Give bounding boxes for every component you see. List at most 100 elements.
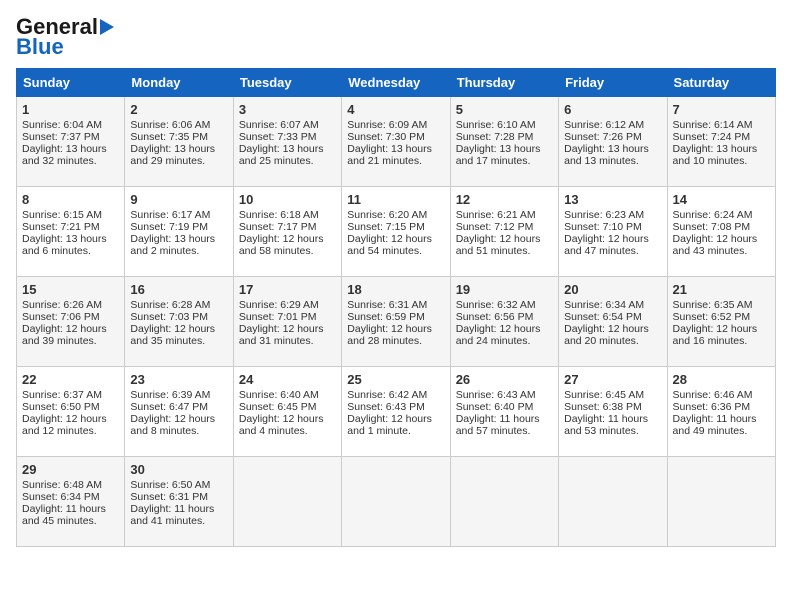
sunrise: Sunrise: 6:43 AM <box>456 389 536 401</box>
calendar-cell: 19 Sunrise: 6:32 AM Sunset: 6:56 PM Dayl… <box>450 277 558 367</box>
calendar-cell: 20 Sunrise: 6:34 AM Sunset: 6:54 PM Dayl… <box>559 277 667 367</box>
daylight-label: Daylight: 12 hours and 28 minutes. <box>347 323 432 347</box>
sunset: Sunset: 6:38 PM <box>564 401 642 413</box>
sunset: Sunset: 7:12 PM <box>456 221 534 233</box>
day-number: 2 <box>130 102 227 117</box>
calendar-cell: 12 Sunrise: 6:21 AM Sunset: 7:12 PM Dayl… <box>450 187 558 277</box>
sunrise: Sunrise: 6:17 AM <box>130 209 210 221</box>
calendar-cell: 15 Sunrise: 6:26 AM Sunset: 7:06 PM Dayl… <box>17 277 125 367</box>
daylight-label: Daylight: 13 hours and 2 minutes. <box>130 233 215 257</box>
sunset: Sunset: 7:24 PM <box>673 131 751 143</box>
sunrise: Sunrise: 6:04 AM <box>22 119 102 131</box>
daylight-label: Daylight: 13 hours and 21 minutes. <box>347 143 432 167</box>
page-header: General Blue <box>16 16 776 58</box>
sunrise: Sunrise: 6:28 AM <box>130 299 210 311</box>
sunrise: Sunrise: 6:26 AM <box>22 299 102 311</box>
sunrise: Sunrise: 6:29 AM <box>239 299 319 311</box>
daylight-label: Daylight: 12 hours and 47 minutes. <box>564 233 649 257</box>
sunset: Sunset: 7:21 PM <box>22 221 100 233</box>
logo: General Blue <box>16 16 114 58</box>
sunset: Sunset: 6:34 PM <box>22 491 100 503</box>
day-number: 22 <box>22 372 119 387</box>
day-number: 23 <box>130 372 227 387</box>
calendar-cell: 23 Sunrise: 6:39 AM Sunset: 6:47 PM Dayl… <box>125 367 233 457</box>
calendar-cell: 13 Sunrise: 6:23 AM Sunset: 7:10 PM Dayl… <box>559 187 667 277</box>
calendar-week-5: 29 Sunrise: 6:48 AM Sunset: 6:34 PM Dayl… <box>17 457 776 547</box>
col-header-friday: Friday <box>559 69 667 97</box>
daylight-label: Daylight: 13 hours and 10 minutes. <box>673 143 758 167</box>
daylight-label: Daylight: 12 hours and 4 minutes. <box>239 413 324 437</box>
sunrise: Sunrise: 6:39 AM <box>130 389 210 401</box>
daylight-label: Daylight: 12 hours and 24 minutes. <box>456 323 541 347</box>
calendar-cell: 30 Sunrise: 6:50 AM Sunset: 6:31 PM Dayl… <box>125 457 233 547</box>
sunset: Sunset: 7:33 PM <box>239 131 317 143</box>
day-number: 21 <box>673 282 770 297</box>
sunrise: Sunrise: 6:34 AM <box>564 299 644 311</box>
day-number: 25 <box>347 372 444 387</box>
calendar-cell: 6 Sunrise: 6:12 AM Sunset: 7:26 PM Dayli… <box>559 97 667 187</box>
calendar-cell: 27 Sunrise: 6:45 AM Sunset: 6:38 PM Dayl… <box>559 367 667 457</box>
sunrise: Sunrise: 6:21 AM <box>456 209 536 221</box>
sunset: Sunset: 7:01 PM <box>239 311 317 323</box>
sunset: Sunset: 6:50 PM <box>22 401 100 413</box>
day-number: 20 <box>564 282 661 297</box>
day-number: 9 <box>130 192 227 207</box>
sunrise: Sunrise: 6:42 AM <box>347 389 427 401</box>
calendar-cell: 14 Sunrise: 6:24 AM Sunset: 7:08 PM Dayl… <box>667 187 775 277</box>
sunset: Sunset: 7:37 PM <box>22 131 100 143</box>
day-number: 28 <box>673 372 770 387</box>
calendar-week-1: 1 Sunrise: 6:04 AM Sunset: 7:37 PM Dayli… <box>17 97 776 187</box>
sunrise: Sunrise: 6:18 AM <box>239 209 319 221</box>
calendar-cell: 26 Sunrise: 6:43 AM Sunset: 6:40 PM Dayl… <box>450 367 558 457</box>
daylight-label: Daylight: 12 hours and 39 minutes. <box>22 323 107 347</box>
calendar-cell <box>667 457 775 547</box>
sunset: Sunset: 7:03 PM <box>130 311 208 323</box>
calendar-cell: 28 Sunrise: 6:46 AM Sunset: 6:36 PM Dayl… <box>667 367 775 457</box>
calendar-cell: 11 Sunrise: 6:20 AM Sunset: 7:15 PM Dayl… <box>342 187 450 277</box>
day-number: 7 <box>673 102 770 117</box>
daylight-label: Daylight: 11 hours and 45 minutes. <box>22 503 106 527</box>
daylight-label: Daylight: 12 hours and 58 minutes. <box>239 233 324 257</box>
day-number: 6 <box>564 102 661 117</box>
day-number: 5 <box>456 102 553 117</box>
calendar-cell: 7 Sunrise: 6:14 AM Sunset: 7:24 PM Dayli… <box>667 97 775 187</box>
sunset: Sunset: 6:45 PM <box>239 401 317 413</box>
calendar-week-2: 8 Sunrise: 6:15 AM Sunset: 7:21 PM Dayli… <box>17 187 776 277</box>
sunrise: Sunrise: 6:46 AM <box>673 389 753 401</box>
sunset: Sunset: 7:30 PM <box>347 131 425 143</box>
daylight-label: Daylight: 12 hours and 12 minutes. <box>22 413 107 437</box>
sunrise: Sunrise: 6:23 AM <box>564 209 644 221</box>
daylight-label: Daylight: 13 hours and 29 minutes. <box>130 143 215 167</box>
sunset: Sunset: 7:10 PM <box>564 221 642 233</box>
calendar-table: SundayMondayTuesdayWednesdayThursdayFrid… <box>16 68 776 547</box>
daylight-label: Daylight: 11 hours and 49 minutes. <box>673 413 757 437</box>
sunset: Sunset: 6:47 PM <box>130 401 208 413</box>
daylight-label: Daylight: 11 hours and 53 minutes. <box>564 413 648 437</box>
calendar-week-3: 15 Sunrise: 6:26 AM Sunset: 7:06 PM Dayl… <box>17 277 776 367</box>
sunrise: Sunrise: 6:14 AM <box>673 119 753 131</box>
sunrise: Sunrise: 6:15 AM <box>22 209 102 221</box>
sunrise: Sunrise: 6:12 AM <box>564 119 644 131</box>
calendar-cell: 29 Sunrise: 6:48 AM Sunset: 6:34 PM Dayl… <box>17 457 125 547</box>
daylight-label: Daylight: 11 hours and 57 minutes. <box>456 413 540 437</box>
calendar-cell: 17 Sunrise: 6:29 AM Sunset: 7:01 PM Dayl… <box>233 277 341 367</box>
sunrise: Sunrise: 6:07 AM <box>239 119 319 131</box>
calendar-cell: 5 Sunrise: 6:10 AM Sunset: 7:28 PM Dayli… <box>450 97 558 187</box>
daylight-label: Daylight: 12 hours and 54 minutes. <box>347 233 432 257</box>
col-header-sunday: Sunday <box>17 69 125 97</box>
calendar-cell: 9 Sunrise: 6:17 AM Sunset: 7:19 PM Dayli… <box>125 187 233 277</box>
day-number: 11 <box>347 192 444 207</box>
daylight-label: Daylight: 12 hours and 16 minutes. <box>673 323 758 347</box>
calendar-cell <box>233 457 341 547</box>
sunset: Sunset: 7:28 PM <box>456 131 534 143</box>
daylight-label: Daylight: 12 hours and 51 minutes. <box>456 233 541 257</box>
calendar-cell: 21 Sunrise: 6:35 AM Sunset: 6:52 PM Dayl… <box>667 277 775 367</box>
sunset: Sunset: 7:08 PM <box>673 221 751 233</box>
daylight-label: Daylight: 12 hours and 43 minutes. <box>673 233 758 257</box>
calendar-cell: 18 Sunrise: 6:31 AM Sunset: 6:59 PM Dayl… <box>342 277 450 367</box>
daylight-label: Daylight: 13 hours and 32 minutes. <box>22 143 107 167</box>
sunrise: Sunrise: 6:32 AM <box>456 299 536 311</box>
sunset: Sunset: 7:15 PM <box>347 221 425 233</box>
day-number: 29 <box>22 462 119 477</box>
sunrise: Sunrise: 6:31 AM <box>347 299 427 311</box>
